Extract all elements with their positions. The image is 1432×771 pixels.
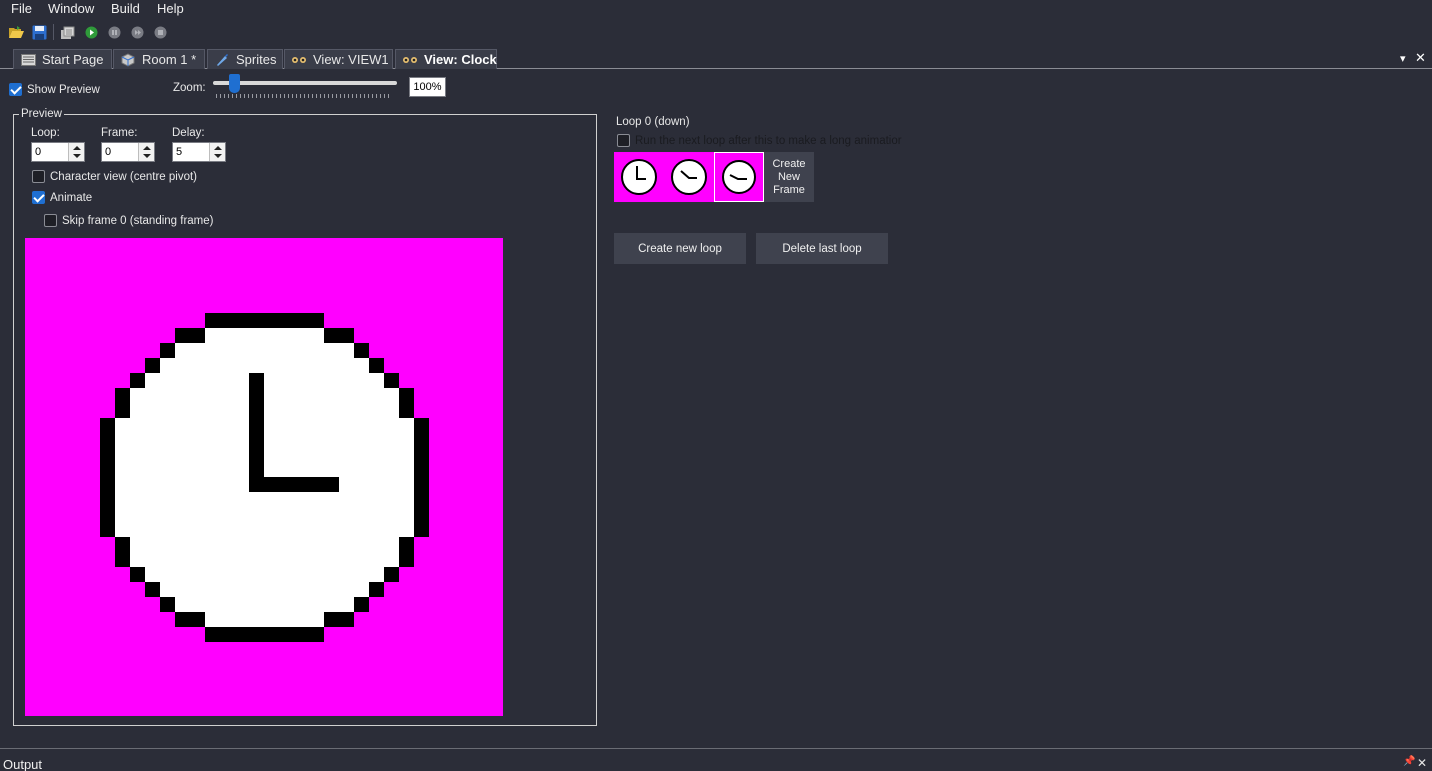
tab-label: View: VIEW1: [313, 52, 389, 67]
loop-spinner[interactable]: 0: [31, 142, 85, 162]
output-panel-bar: Output 📌 ✕: [0, 748, 1432, 771]
frame-thumbnail[interactable]: [664, 152, 714, 202]
skip-frame-label: Skip frame 0 (standing frame): [62, 215, 214, 227]
document-tabs: Start Page Room 1 * Sprites View: VIEW1 …: [0, 47, 1432, 69]
pause-icon[interactable]: [105, 23, 123, 41]
loop-label: Loop:: [31, 127, 60, 139]
tab-view-clock[interactable]: View: Clock: [395, 49, 497, 69]
loop-spinner-buttons[interactable]: [68, 143, 84, 161]
frame-spinner-buttons[interactable]: [138, 143, 154, 161]
run-icon[interactable]: [82, 23, 100, 41]
spin-up-icon[interactable]: [143, 146, 151, 150]
delete-last-loop-button[interactable]: Delete last loop: [756, 233, 888, 264]
loop-value: 0: [35, 146, 42, 158]
clock-frame-icon: [722, 160, 756, 194]
frame-label: Frame:: [101, 127, 138, 139]
delay-label: Delay:: [172, 127, 205, 139]
output-title[interactable]: Output: [3, 757, 42, 771]
menu-build[interactable]: Build: [111, 1, 140, 16]
delay-spinner[interactable]: 5: [172, 142, 226, 162]
spin-down-icon[interactable]: [214, 154, 222, 158]
zoom-slider-track[interactable]: [213, 81, 397, 85]
character-view-checkbox[interactable]: [32, 170, 45, 183]
view-icon: [291, 53, 307, 67]
open-folder-icon[interactable]: [7, 23, 25, 41]
tab-sprites[interactable]: Sprites: [207, 49, 283, 69]
spin-up-icon[interactable]: [73, 146, 81, 150]
zoom-slider-thumb[interactable]: [229, 74, 240, 93]
show-preview-label: Show Preview: [27, 84, 100, 96]
run-next-loop-checkbox[interactable]: [617, 134, 630, 147]
tab-label: Start Page: [42, 52, 104, 67]
frame-spinner[interactable]: 0: [101, 142, 155, 162]
tab-view-view1[interactable]: View: VIEW1: [284, 49, 393, 69]
delay-value: 5: [176, 146, 183, 158]
tab-room-1[interactable]: Room 1 *: [113, 49, 205, 69]
build-icon[interactable]: [59, 23, 77, 41]
tab-label: View: Clock: [424, 52, 497, 67]
toolbar-separator: [53, 24, 54, 40]
sprite-preview-canvas: [25, 238, 503, 716]
toolbar: [0, 20, 1432, 44]
close-tab-icon[interactable]: ✕: [1415, 50, 1426, 66]
frame-thumbnail-selected[interactable]: [714, 152, 764, 202]
spin-down-icon[interactable]: [143, 154, 151, 158]
menu-help[interactable]: Help: [157, 1, 184, 16]
create-new-loop-button[interactable]: Create new loop: [614, 233, 746, 264]
tab-label: Sprites: [236, 52, 277, 67]
frame-thumbnail[interactable]: [614, 152, 664, 202]
clock-frame-icon: [621, 159, 657, 195]
delay-spinner-buttons[interactable]: [209, 143, 225, 161]
tab-label: Room 1 *: [142, 52, 197, 67]
skip-frame-checkbox[interactable]: [44, 214, 57, 227]
tab-list-dropdown-icon[interactable]: ▾: [1400, 52, 1406, 65]
spin-down-icon[interactable]: [73, 154, 81, 158]
character-view-label: Character view (centre pivot): [50, 171, 197, 183]
animate-label: Animate: [50, 192, 93, 204]
tab-start-page[interactable]: Start Page: [13, 49, 112, 69]
preview-group-title: Preview: [19, 108, 64, 120]
zoom-value: 100%: [409, 77, 446, 97]
sprites-icon: [214, 53, 230, 67]
clock-frame-icon: [671, 159, 707, 195]
menu-window[interactable]: Window: [48, 1, 94, 16]
clock-sprite-image: [25, 238, 503, 716]
loop-title: Loop 0 (down): [616, 116, 690, 128]
view-icon: [402, 53, 418, 67]
step-icon[interactable]: [128, 23, 146, 41]
create-new-frame-button[interactable]: Create New Frame: [764, 152, 814, 202]
animate-checkbox[interactable]: [32, 191, 45, 204]
stop-icon[interactable]: [151, 23, 169, 41]
menu-file[interactable]: File: [11, 1, 32, 16]
room-icon: [120, 52, 136, 67]
run-next-loop-label: Run the next loop after this to make a l…: [635, 135, 902, 147]
spin-up-icon[interactable]: [214, 146, 222, 150]
close-output-icon[interactable]: ✕: [1417, 756, 1427, 770]
save-icon[interactable]: [30, 23, 48, 41]
zoom-slider-ticks: [216, 94, 392, 98]
pin-icon[interactable]: 📌: [1403, 756, 1415, 767]
show-preview-checkbox[interactable]: [9, 83, 22, 96]
zoom-label: Zoom:: [173, 82, 206, 94]
menu-bar: File Window Build Help: [0, 0, 1432, 18]
start-page-icon: [20, 53, 36, 67]
frame-value: 0: [105, 146, 112, 158]
